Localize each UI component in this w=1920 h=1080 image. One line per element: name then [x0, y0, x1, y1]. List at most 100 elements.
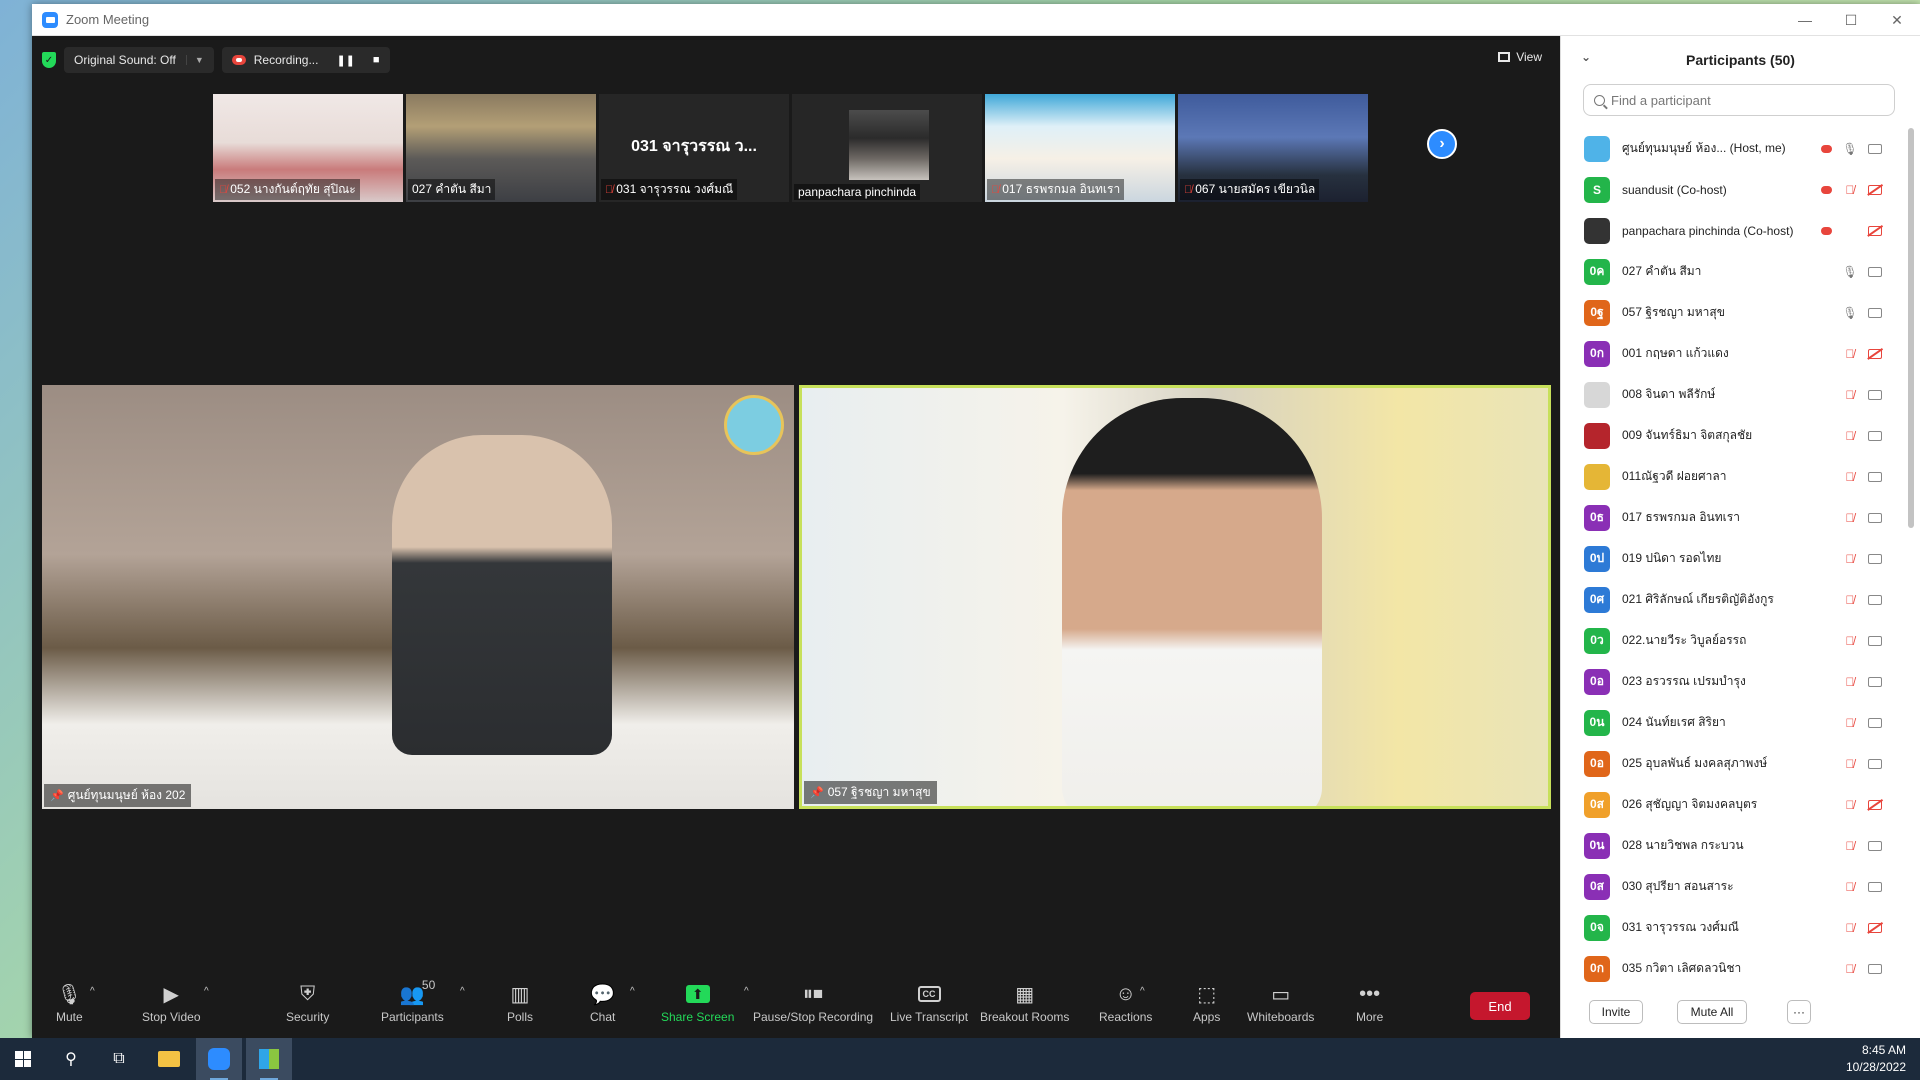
- video-camera-icon[interactable]: [1868, 512, 1882, 523]
- participant-row[interactable]: 0ก 001 กฤษดา แก้วแดง 🎙̸: [1561, 333, 1920, 374]
- participant-list-scrollbar[interactable]: [1908, 128, 1914, 528]
- chat-button[interactable]: 💬 Chat: [590, 982, 615, 1025]
- collapse-chevron-icon[interactable]: ⌄: [1581, 50, 1591, 64]
- mic-muted-icon[interactable]: 🎙̸: [1842, 511, 1858, 525]
- participant-row[interactable]: 0ศ 021 ศิริลักษณ์ เกียรติญัติอังกูร 🎙̸: [1561, 579, 1920, 620]
- mic-muted-icon[interactable]: 🎙̸: [1842, 757, 1858, 771]
- mic-muted-icon[interactable]: 🎙̸: [1842, 716, 1858, 730]
- video-camera-icon[interactable]: [1868, 717, 1882, 728]
- participant-thumbnail[interactable]: panpachara pinchinda: [792, 94, 982, 202]
- search-taskbar-button[interactable]: ⚲: [48, 1038, 94, 1080]
- participant-search-input[interactable]: Find a participant: [1583, 84, 1895, 116]
- app-taskbar-button[interactable]: [246, 1038, 292, 1080]
- share-screen-button[interactable]: ⬆ Share Screen: [661, 982, 734, 1024]
- view-button[interactable]: View: [1498, 50, 1542, 64]
- participant-row[interactable]: panpachara pinchinda (Co-host): [1561, 210, 1920, 251]
- video-off-icon[interactable]: [1868, 799, 1882, 810]
- participant-row[interactable]: 009 จันทร์ธิมา จิตสกุลชัย 🎙̸: [1561, 415, 1920, 456]
- participant-row[interactable]: 0ฐ 057 ฐิรชญา มหาสุข 🎙: [1561, 292, 1920, 333]
- original-sound-dropdown[interactable]: Original Sound: Off ▼: [64, 47, 214, 73]
- apps-button[interactable]: ⬚ Apps: [1193, 982, 1220, 1025]
- video-options-caret[interactable]: ^: [204, 986, 209, 997]
- mic-muted-icon[interactable]: 🎙̸: [1842, 593, 1858, 607]
- encryption-shield-icon[interactable]: ✓: [42, 52, 56, 68]
- video-camera-icon[interactable]: [1868, 881, 1882, 892]
- security-button[interactable]: ⛨ Security: [286, 982, 329, 1025]
- video-camera-icon[interactable]: [1868, 471, 1882, 482]
- task-view-button[interactable]: ⧉: [96, 1038, 142, 1080]
- mic-muted-icon[interactable]: 🎙̸: [1842, 183, 1858, 197]
- participant-row[interactable]: 0อ 023 อรวรรณ เปรมบำรุง 🎙̸: [1561, 661, 1920, 702]
- video-camera-icon[interactable]: [1868, 840, 1882, 851]
- participant-row[interactable]: 0อ 025 อุบลพันธ์ มงคลสุภาพงษ์ 🎙̸: [1561, 743, 1920, 784]
- participant-row[interactable]: 0น 024 นันท์ยเรศ สิริยา 🎙̸: [1561, 702, 1920, 743]
- mic-muted-icon[interactable]: 🎙̸: [1842, 470, 1858, 484]
- participant-thumbnail[interactable]: 031 จารุวรรณ ว... 🎙̸ 031 จารุวรรณ วงศ์มณี: [599, 94, 789, 202]
- participant-row[interactable]: 0ป 019 ปนิดา รอดไทย 🎙̸: [1561, 538, 1920, 579]
- mic-muted-icon[interactable]: 🎙̸: [1842, 880, 1858, 894]
- share-options-caret[interactable]: ^: [744, 986, 749, 997]
- mic-muted-icon[interactable]: 🎙̸: [1842, 429, 1858, 443]
- participant-row[interactable]: 0ส 026 สุชัญญา จิตมงคลบุตร 🎙̸: [1561, 784, 1920, 825]
- pause-recording-icon[interactable]: ❚❚: [336, 54, 354, 67]
- whiteboards-button[interactable]: ▭ Whiteboards: [1247, 982, 1314, 1025]
- mute-button[interactable]: 🎙 Mute: [56, 982, 83, 1025]
- video-camera-icon[interactable]: [1868, 307, 1882, 318]
- participant-thumbnail[interactable]: 🎙̸ 017 ธรพรกมล อินทเรา: [985, 94, 1175, 202]
- invite-button[interactable]: Invite: [1589, 1000, 1643, 1024]
- audio-options-caret[interactable]: ^: [90, 986, 95, 997]
- participant-row[interactable]: 0ส 030 สุปรียา สอนสาระ 🎙̸: [1561, 866, 1920, 907]
- participant-row[interactable]: Ssuandusit (Co-host) 🎙̸: [1561, 169, 1920, 210]
- pause-stop-recording-button[interactable]: ⏸⏹ Pause/Stop Recording: [753, 982, 873, 1025]
- participant-row[interactable]: 0ก 035 กวิตา เลิศดลวนิชา 🎙̸: [1561, 948, 1920, 989]
- video-off-icon[interactable]: [1868, 348, 1882, 359]
- more-button[interactable]: ••• More: [1356, 982, 1383, 1025]
- video-off-icon[interactable]: [1868, 184, 1882, 195]
- participant-row[interactable]: 0ค 027 คำตัน สีมา 🎙: [1561, 251, 1920, 292]
- participants-options-caret[interactable]: ^: [460, 986, 465, 997]
- video-camera-icon[interactable]: [1868, 389, 1882, 400]
- start-button[interactable]: [0, 1038, 46, 1080]
- video-camera-icon[interactable]: [1868, 758, 1882, 769]
- mic-muted-icon[interactable]: 🎙̸: [1842, 675, 1858, 689]
- end-meeting-button[interactable]: End: [1470, 992, 1530, 1020]
- close-button[interactable]: ✕: [1874, 4, 1920, 36]
- mic-muted-icon[interactable]: 🎙̸: [1842, 921, 1858, 935]
- mic-muted-icon[interactable]: 🎙̸: [1842, 634, 1858, 648]
- video-camera-icon[interactable]: [1868, 266, 1882, 277]
- stop-recording-icon[interactable]: ■: [373, 54, 380, 66]
- video-camera-icon[interactable]: [1868, 430, 1882, 441]
- participant-thumbnail[interactable]: 027 คำตัน สีมา: [406, 94, 596, 202]
- participant-thumbnail[interactable]: 🎙̸ 067 นายสมัคร เขียวนิล: [1178, 94, 1368, 202]
- video-camera-icon[interactable]: [1868, 594, 1882, 605]
- reactions-options-caret[interactable]: ^: [1140, 986, 1145, 997]
- zoom-taskbar-button[interactable]: [196, 1038, 242, 1080]
- microphone-icon[interactable]: 🎙: [1842, 142, 1858, 156]
- stop-video-button[interactable]: ▶ Stop Video: [142, 982, 201, 1025]
- mic-muted-icon[interactable]: 🎙̸: [1842, 839, 1858, 853]
- polls-button[interactable]: ▥ Polls: [507, 982, 533, 1025]
- participant-row[interactable]: 0ว 022.นายวีระ วิบูลย์อรรถ 🎙̸: [1561, 620, 1920, 661]
- participant-row[interactable]: 0จ 031 จารุวรรณ วงศ์มณี 🎙̸: [1561, 907, 1920, 948]
- microphone-icon[interactable]: 🎙: [1842, 265, 1858, 279]
- panel-more-button[interactable]: ···: [1787, 1000, 1811, 1024]
- minimize-button[interactable]: —: [1782, 4, 1828, 36]
- maximize-button[interactable]: ☐: [1828, 4, 1874, 36]
- chevron-down-icon[interactable]: ▼: [185, 55, 204, 65]
- participant-row[interactable]: 008 จินดา พลีรักษ์ 🎙̸: [1561, 374, 1920, 415]
- live-transcript-button[interactable]: CC Live Transcript: [890, 982, 968, 1024]
- next-page-button[interactable]: ›: [1427, 129, 1457, 159]
- video-off-icon[interactable]: [1868, 225, 1882, 236]
- file-explorer-button[interactable]: [146, 1038, 192, 1080]
- video-camera-icon[interactable]: [1868, 553, 1882, 564]
- breakout-rooms-button[interactable]: ▦ Breakout Rooms: [980, 982, 1069, 1025]
- participant-thumbnail[interactable]: 🎙̸ 052 นางกันต์ฤทัย สุปิณะ: [213, 94, 403, 202]
- mic-muted-icon[interactable]: 🎙̸: [1842, 962, 1858, 976]
- mic-muted-icon[interactable]: 🎙̸: [1842, 347, 1858, 361]
- video-camera-icon[interactable]: [1868, 963, 1882, 974]
- video-camera-icon[interactable]: [1868, 143, 1882, 154]
- video-camera-icon[interactable]: [1868, 676, 1882, 687]
- chat-options-caret[interactable]: ^: [630, 986, 635, 997]
- system-clock[interactable]: 8:45 AM 10/28/2022: [1846, 1042, 1906, 1076]
- video-off-icon[interactable]: [1868, 922, 1882, 933]
